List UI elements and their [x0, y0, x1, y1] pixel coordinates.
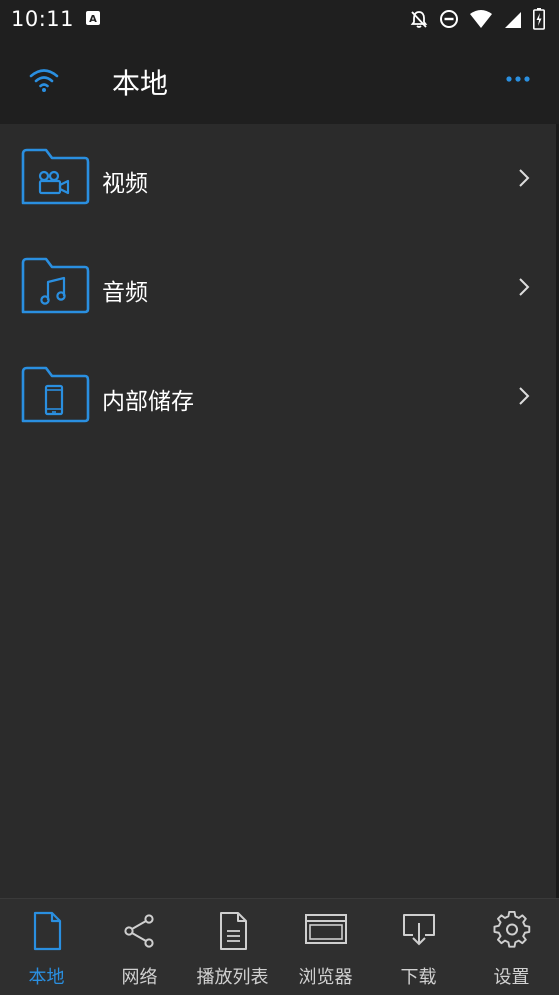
list-item-internal-storage[interactable]: 内部储存 — [0, 342, 556, 451]
nav-tab-local[interactable]: 本地 — [0, 899, 93, 995]
status-time: 10:11 — [11, 7, 75, 31]
list-item-label: 内部储存 — [102, 389, 194, 415]
dnd-icon — [440, 10, 458, 28]
video-camera-folder-icon — [21, 148, 90, 205]
music-note-folder-icon — [21, 257, 90, 314]
nav-tab-network[interactable]: 网络 — [93, 899, 186, 995]
bell-off-icon — [410, 11, 428, 28]
nav-label: 下载 — [400, 967, 437, 988]
nav-tab-playlist[interactable]: 播放列表 — [186, 899, 279, 995]
share-icon — [123, 914, 154, 948]
nav-label: 播放列表 — [196, 967, 269, 988]
chevron-right-icon — [519, 278, 530, 296]
list-item-video[interactable]: 视频 — [0, 124, 556, 233]
status-bar: 10:11 A — [0, 0, 559, 38]
nav-label: 浏览器 — [298, 967, 353, 988]
file-icon — [33, 911, 61, 951]
nav-label: 网络 — [121, 967, 158, 988]
nav-tab-download[interactable]: 下载 — [372, 899, 465, 995]
cell-signal-icon — [505, 12, 521, 28]
page-title: 本地 — [112, 67, 169, 100]
chevron-right-icon — [519, 387, 530, 405]
list-item-label: 视频 — [102, 171, 148, 197]
chevron-right-icon — [519, 169, 530, 187]
browser-window-icon — [304, 914, 347, 944]
playlist-doc-icon — [219, 912, 247, 950]
list-item-label: 音频 — [102, 280, 148, 306]
list-item-audio[interactable]: 音频 — [0, 233, 556, 342]
battery-icon — [533, 8, 545, 30]
nav-label: 本地 — [28, 967, 65, 988]
gear-icon — [493, 911, 530, 948]
nav-label: 设置 — [493, 967, 530, 988]
wifi-icon[interactable] — [28, 66, 60, 94]
svg-text:A: A — [89, 14, 97, 25]
nav-tab-settings[interactable]: 设置 — [465, 899, 558, 995]
bottom-nav: 本地 网络 播放列表 浏览器 下载 设置 — [0, 898, 559, 995]
wifi-signal-icon — [470, 10, 492, 28]
download-icon — [402, 914, 435, 946]
app-bar: 本地 — [0, 38, 559, 124]
notification-a-icon: A — [86, 11, 100, 25]
phone-folder-icon — [21, 366, 90, 423]
status-icons — [409, 8, 545, 30]
nav-tab-browser[interactable]: 浏览器 — [279, 899, 372, 995]
more-dots-icon[interactable] — [505, 74, 531, 84]
